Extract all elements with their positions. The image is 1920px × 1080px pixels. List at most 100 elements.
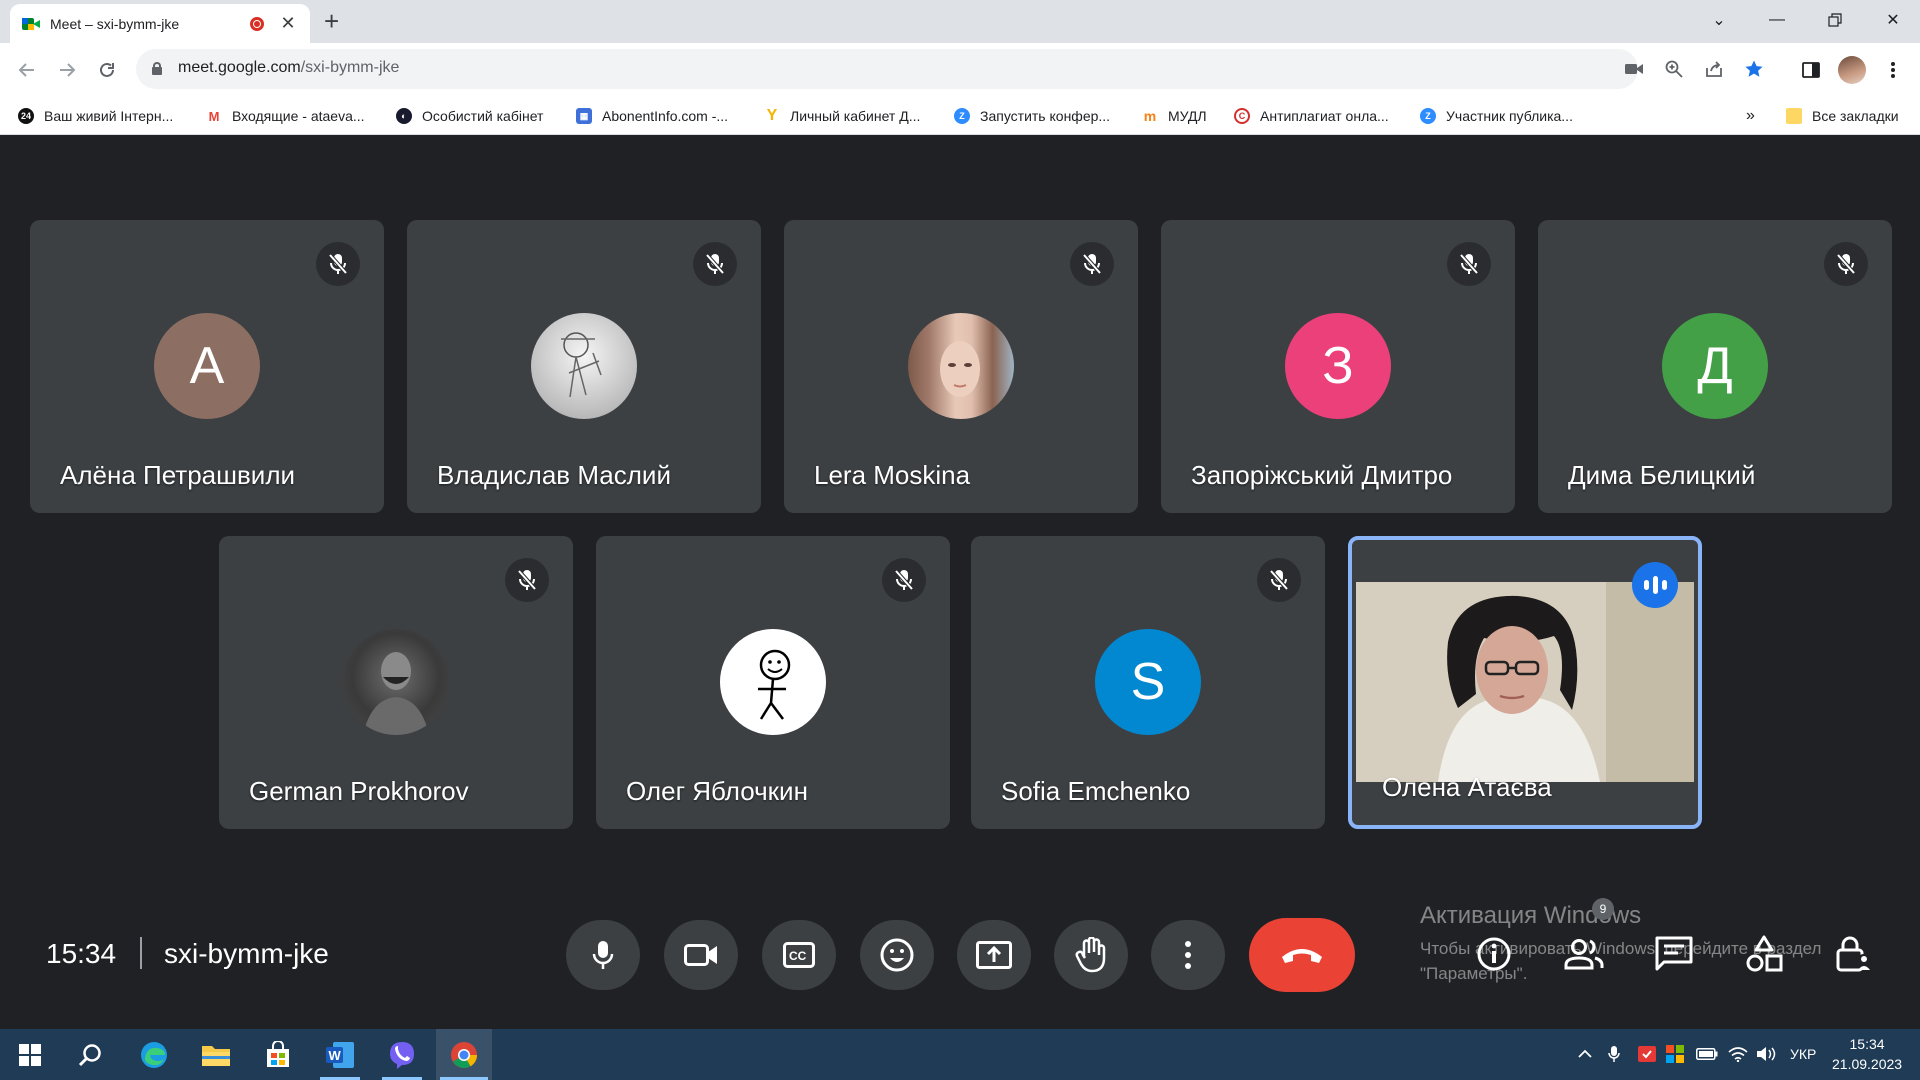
more-menu-icon[interactable]	[1878, 55, 1908, 85]
mic-off-icon	[1257, 558, 1301, 602]
new-tab-button[interactable]: +	[324, 8, 339, 34]
profile-avatar[interactable]	[1838, 56, 1866, 84]
bookmark-item[interactable]: Z Участник публика...	[1420, 106, 1573, 126]
minimize-button[interactable]: —	[1748, 0, 1806, 40]
participant-name: Владислав Маслий	[437, 460, 671, 490]
antiplagiat-icon: C	[1234, 108, 1250, 124]
google-meet-icon	[22, 16, 40, 32]
participant-tile[interactable]: Lera Moskina	[784, 220, 1138, 513]
zoom-icon[interactable]	[1662, 57, 1686, 81]
participant-tile[interactable]: А Алёна Петрашвили	[30, 220, 384, 513]
start-button[interactable]	[2, 1029, 58, 1080]
address-bar[interactable]: meet.google.com/sxi-bymm-jke	[136, 49, 1763, 89]
mic-off-icon	[1824, 242, 1868, 286]
chat-button[interactable]	[1650, 930, 1698, 978]
search-icon	[78, 1043, 101, 1066]
people-button[interactable]	[1560, 930, 1608, 978]
leave-call-button[interactable]	[1249, 918, 1355, 992]
participant-tile-speaking[interactable]: Олена Атаєва	[1348, 536, 1702, 829]
taskbar-viber[interactable]	[374, 1029, 430, 1080]
taskbar-file-explorer[interactable]	[188, 1029, 244, 1080]
back-button[interactable]	[12, 55, 42, 85]
reload-button[interactable]	[92, 55, 122, 85]
participant-tile[interactable]: S Sofia Emchenko	[971, 536, 1325, 829]
browser-tabstrip: Meet – sxi-bymm-jke ✕ + ⌄ — ✕	[0, 0, 1920, 43]
bookmark-item[interactable]: Z Запустить конфер...	[954, 106, 1110, 126]
bookmark-item[interactable]: ▦ AbonentInfo.com -...	[576, 106, 728, 126]
bookmark-item[interactable]: ◐ Особистий кабінет	[396, 106, 543, 126]
arrow-left-icon	[18, 63, 34, 77]
tray-antivirus-icon[interactable]	[1638, 1044, 1656, 1064]
mic-off-icon	[1070, 242, 1114, 286]
camera-in-use-icon[interactable]	[1622, 57, 1646, 81]
raise-hand-button[interactable]	[1054, 920, 1128, 990]
show-hidden-icons-button[interactable]	[1578, 1044, 1592, 1064]
recording-indicator-icon	[250, 16, 264, 31]
tab-close-icon[interactable]: ✕	[278, 13, 298, 34]
browser-tab-meet[interactable]: Meet – sxi-bymm-jke ✕	[10, 4, 310, 43]
svg-text:CC: CC	[789, 949, 807, 963]
captions-button[interactable]: CC	[762, 920, 836, 990]
mic-off-icon	[1447, 242, 1491, 286]
tray-microphone-icon[interactable]	[1608, 1044, 1620, 1064]
taskbar-word[interactable]: W	[312, 1029, 368, 1080]
present-icon	[976, 941, 1012, 969]
store-icon	[267, 1040, 289, 1067]
camera-button[interactable]	[664, 920, 738, 990]
participant-name: Sofia Emchenko	[1001, 776, 1191, 806]
meeting-details-button[interactable]	[1470, 930, 1518, 978]
activities-button[interactable]	[1740, 930, 1788, 978]
battery-icon[interactable]	[1696, 1044, 1718, 1064]
tray-app-icon[interactable]	[1666, 1044, 1684, 1064]
participant-tile[interactable]: Олег Яблочкин	[596, 536, 950, 829]
participant-tile[interactable]: Владислав Маслий	[407, 220, 761, 513]
host-controls-button[interactable]	[1830, 930, 1878, 978]
tab-search-icon[interactable]: ⌄	[1690, 0, 1748, 40]
forward-button[interactable]	[52, 55, 82, 85]
mic-off-icon	[505, 558, 549, 602]
bookmarks-bar: 24 Ваш живий Інтерн... M Входящие - ataeva…	[0, 97, 1920, 135]
meeting-code[interactable]: sxi-bymm-jke	[164, 938, 329, 970]
edge-icon	[141, 1041, 167, 1068]
bookmark-item[interactable]: C Антиплагиат онла...	[1234, 106, 1389, 126]
yandex-icon: Y	[766, 107, 778, 124]
participant-tile[interactable]: Д Дима Белицкий	[1538, 220, 1892, 513]
bookmark-item[interactable]: 24 Ваш живий Інтерн...	[18, 106, 173, 126]
system-clock[interactable]: 15:34 21.09.2023	[1832, 1034, 1902, 1074]
chrome-icon	[451, 1041, 478, 1068]
avatar	[720, 629, 826, 735]
mic-off-icon	[693, 242, 737, 286]
meet-stage: А Алёна Петрашвили Владислав Маслий Lera…	[0, 136, 1920, 1029]
wifi-icon[interactable]	[1728, 1044, 1748, 1064]
restore-button[interactable]	[1806, 0, 1864, 40]
tab-title: Meet – sxi-bymm-jke	[50, 15, 180, 32]
microphone-icon	[592, 941, 614, 969]
avatar: S	[1095, 629, 1201, 735]
bookmark-star-icon[interactable]	[1742, 57, 1766, 81]
avatar	[531, 313, 637, 419]
microphone-button[interactable]	[566, 920, 640, 990]
input-language[interactable]: УКР	[1790, 1044, 1816, 1064]
arrow-right-icon	[60, 63, 76, 77]
search-button[interactable]	[62, 1029, 118, 1080]
volume-icon[interactable]	[1756, 1044, 1778, 1064]
more-options-button[interactable]	[1151, 920, 1225, 990]
present-screen-button[interactable]	[957, 920, 1031, 990]
bookmark-item[interactable]: Y Личный кабинет Д...	[764, 106, 921, 126]
side-panel-icon[interactable]	[1796, 55, 1826, 85]
bookmarks-overflow-button[interactable]: »	[1746, 106, 1755, 126]
bookmark-item[interactable]: M Входящие - ataeva...	[206, 106, 365, 126]
participant-tile[interactable]: German Prokhorov	[219, 536, 573, 829]
chevron-up-icon	[1578, 1049, 1592, 1058]
taskbar-chrome[interactable]	[436, 1029, 492, 1080]
close-window-button[interactable]: ✕	[1864, 0, 1920, 40]
reactions-button[interactable]	[860, 920, 934, 990]
taskbar-edge[interactable]	[126, 1029, 182, 1080]
info-icon	[1477, 937, 1511, 971]
share-icon[interactable]	[1702, 57, 1726, 81]
participant-tile[interactable]: З Запоріжський Дмитро	[1161, 220, 1515, 513]
all-bookmarks-button[interactable]: Все закладки	[1786, 106, 1899, 126]
bookmark-item[interactable]: m МУДЛ	[1142, 106, 1207, 126]
gmail-icon: M	[206, 108, 222, 124]
taskbar-store[interactable]	[250, 1029, 306, 1080]
